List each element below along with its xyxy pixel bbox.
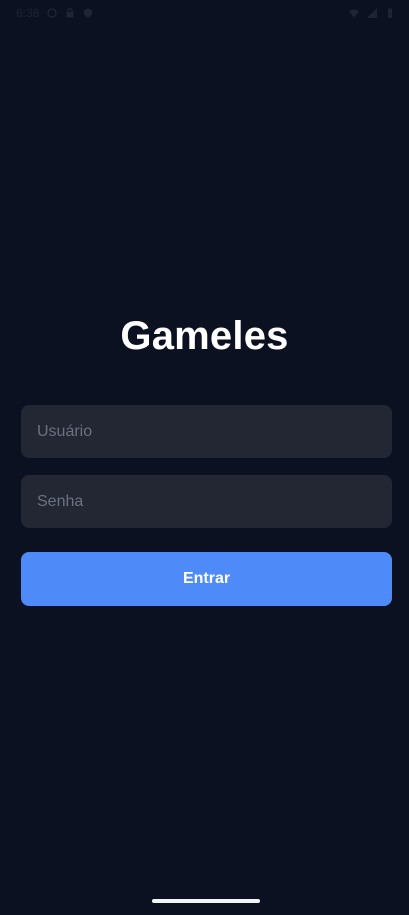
status-bar-left: 6:38 — [16, 6, 93, 20]
status-bar: 6:38 — [0, 0, 409, 26]
status-bar-right — [349, 8, 395, 18]
wifi-icon — [349, 8, 359, 18]
login-screen: 6:38 Gameles E — [0, 0, 409, 915]
shield-icon — [83, 8, 93, 18]
username-field[interactable] — [21, 405, 392, 458]
login-button[interactable]: Entrar — [21, 552, 392, 606]
home-indicator[interactable] — [152, 899, 260, 903]
signal-icon — [367, 8, 377, 18]
status-time: 6:38 — [16, 6, 40, 20]
username-input[interactable] — [21, 405, 392, 458]
clock-icon — [47, 8, 58, 18]
app-title: Gameles — [120, 314, 289, 358]
lock-icon — [65, 8, 75, 18]
password-field[interactable] — [21, 475, 392, 528]
password-input[interactable] — [21, 475, 392, 528]
battery-icon — [385, 8, 395, 18]
